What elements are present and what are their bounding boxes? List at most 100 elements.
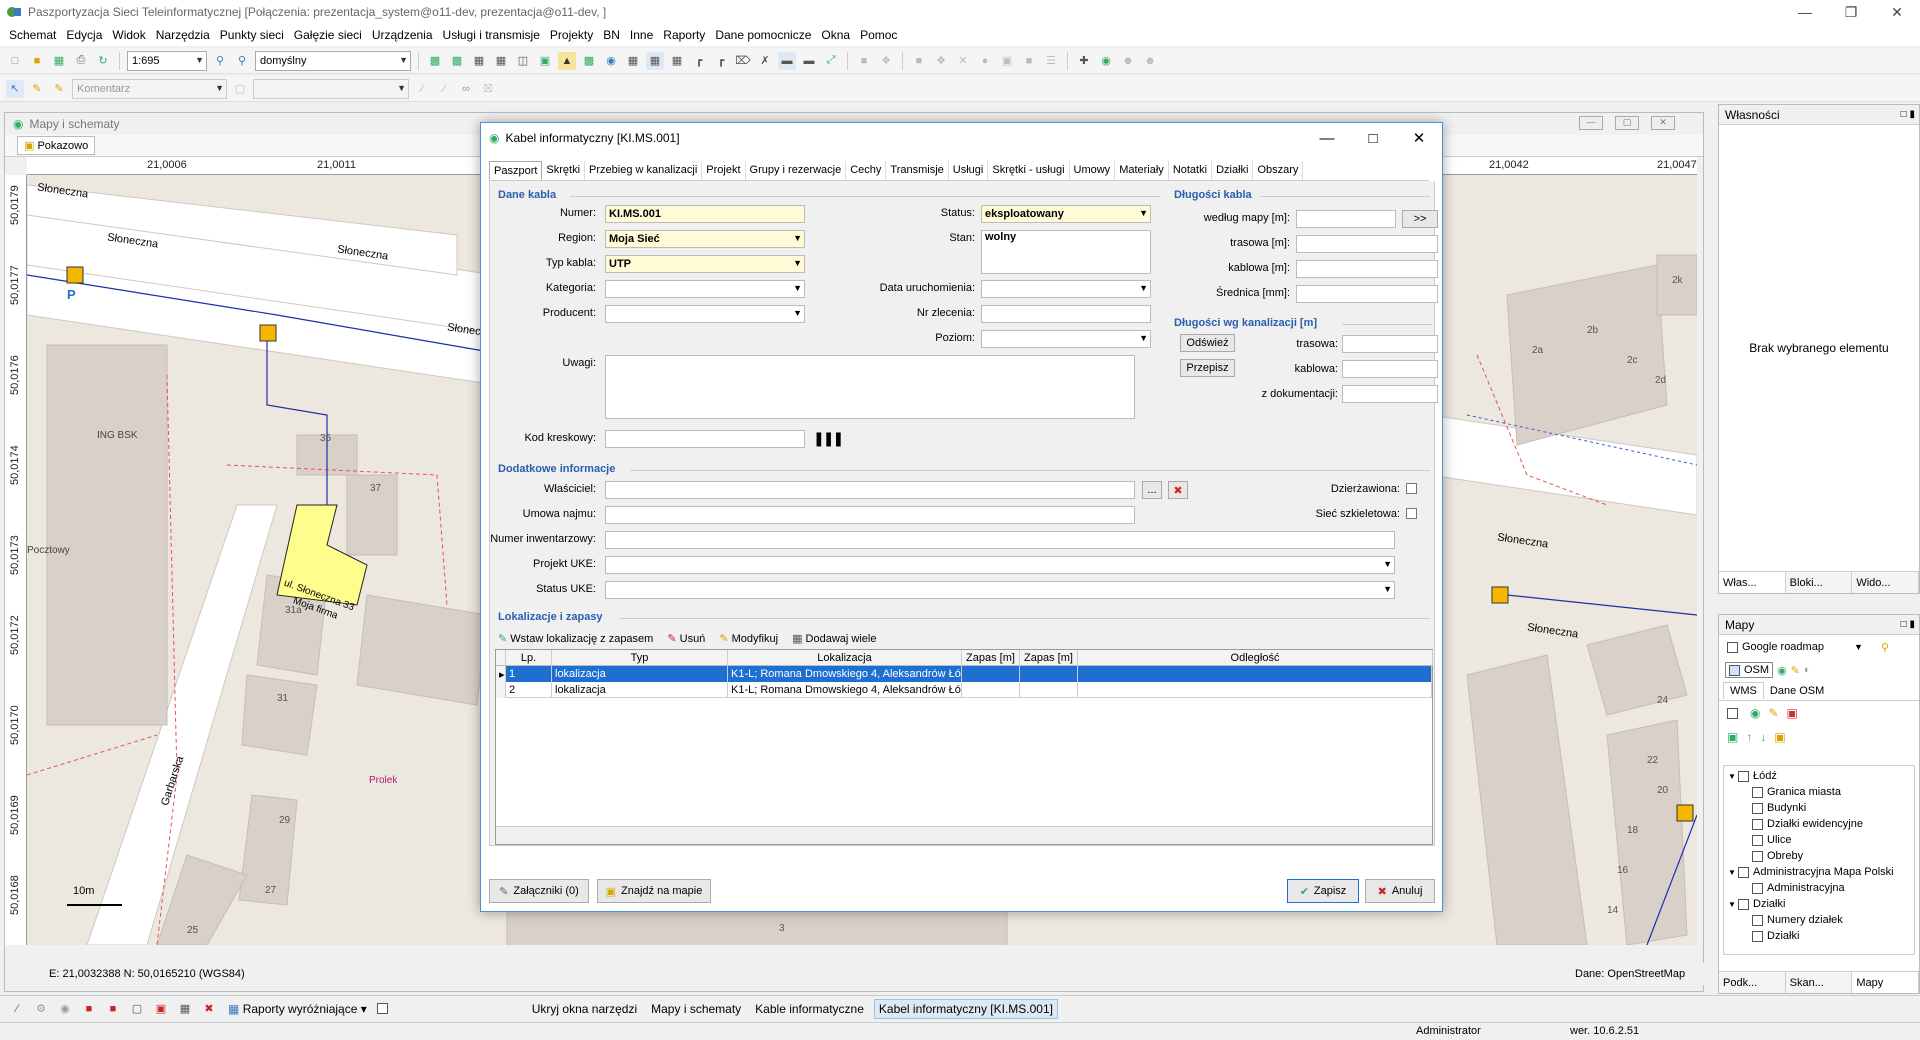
tree-item[interactable]: Ulice (1728, 832, 1910, 848)
menu-punkty-sieci[interactable]: Punkty sieci (215, 28, 289, 42)
tool7-icon[interactable]: ▣ (152, 1000, 170, 1018)
menu-dane-pomocnicze[interactable]: Dane pomocnicze (710, 28, 816, 42)
z-dokumentacji-field[interactable] (1342, 385, 1438, 403)
pencil-icon[interactable]: ✎ (28, 80, 46, 98)
menu-pomoc[interactable]: Pomoc (855, 28, 902, 42)
restore-icon[interactable]: ❐ (1828, 0, 1874, 24)
wms-globe-icon[interactable]: ◉ (1750, 706, 1760, 720)
tree-item[interactable]: Budynki (1728, 800, 1910, 816)
producent-select[interactable]: ▼ (605, 305, 805, 323)
zoom-icon[interactable]: ⚲ (211, 52, 229, 70)
grid-header-lp[interactable]: Lp. (506, 650, 552, 666)
tool6-icon[interactable]: ▢ (128, 1000, 146, 1018)
move-icon[interactable]: ✚ (1075, 52, 1093, 70)
grid-header-odleglosc[interactable]: Odległość (1078, 650, 1433, 666)
kategoria-select[interactable]: ▼ (605, 280, 805, 298)
tab-wlasnosci[interactable]: Włas... (1719, 572, 1786, 593)
tree-item[interactable]: Działki (1728, 928, 1910, 944)
table-row[interactable]: 2 lokalizacja K1-L; Romana Dmowskiego 4,… (496, 682, 1432, 698)
tab-dane-osm[interactable]: Dane OSM (1764, 683, 1830, 699)
menu-okna[interactable]: Okna (816, 28, 855, 42)
trasowa-field[interactable] (1296, 235, 1438, 253)
task-kable[interactable]: Kable informatyczne (751, 1000, 868, 1018)
srednica-field[interactable] (1296, 285, 1438, 303)
data-uruchomienia-field[interactable]: ▼ (981, 280, 1151, 298)
inwentarz-field[interactable] (605, 531, 1395, 549)
dialog-maximize-icon[interactable]: □ (1350, 123, 1396, 153)
menu-bn[interactable]: BN (598, 28, 625, 42)
tree-item[interactable]: Numery działek (1728, 912, 1910, 928)
print-icon[interactable]: ⎙ (72, 52, 90, 70)
dialog-close-icon[interactable]: ✕ (1396, 123, 1442, 153)
network-node[interactable] (1676, 804, 1694, 822)
minimize-icon[interactable]: — (1782, 0, 1828, 24)
link-icon[interactable]: ⌦ (734, 52, 752, 70)
wlasciciel-browse-button[interactable]: ... (1142, 481, 1162, 499)
menu-narzedzia[interactable]: Narzędzia (151, 28, 215, 42)
osm-clear-icon[interactable]: ◐ (1804, 664, 1811, 676)
wstaw-button[interactable]: ✎ Wstaw lokalizację z zapasem (498, 632, 653, 645)
network-icon[interactable]: ◫ (514, 52, 532, 70)
nr-zlecenia-field[interactable] (981, 305, 1151, 323)
kanal-kablowa-field[interactable] (1342, 360, 1438, 378)
znajdz-na-mapie-button[interactable]: ▣ Znajdź na mapie (597, 879, 711, 903)
projekt-uke-select[interactable]: ▼ (605, 556, 1395, 574)
tool2-icon[interactable]: ⚙ (32, 1000, 50, 1018)
wg-mapy-field[interactable] (1296, 210, 1396, 228)
map-minimize-icon[interactable]: — (1579, 116, 1603, 130)
grid2-icon[interactable]: ▦ (492, 52, 510, 70)
task-mapy[interactable]: Mapy i schematy (647, 1000, 745, 1018)
map-close-icon[interactable]: ✕ (1651, 116, 1675, 130)
grid-header-zapas2[interactable]: Zapas [m] (1020, 650, 1078, 666)
poziom-select[interactable]: ▼ (981, 330, 1151, 348)
table-row[interactable]: ▸ 1 lokalizacja K1-L; Romana Dmowskiego … (496, 666, 1432, 682)
close-icon[interactable]: ✕ (1874, 0, 1920, 24)
task-kabel[interactable]: Kabel informatyczny [KI.MS.001] (873, 998, 1058, 1019)
kablowa-field[interactable] (1296, 260, 1438, 278)
grid-header-typ[interactable]: Typ (552, 650, 728, 666)
style-combo[interactable]: domyślny ▼ (255, 50, 411, 71)
align-icon[interactable]: ▬ (778, 51, 796, 70)
tab-transmisje[interactable]: Transmisje (886, 161, 949, 180)
tab-umowy[interactable]: Umowy (1070, 161, 1116, 180)
wlasciciel-field[interactable] (605, 481, 1135, 499)
menu-raporty[interactable]: Raporty (658, 28, 710, 42)
menu-widok[interactable]: Widok (107, 28, 150, 42)
tab-wms[interactable]: WMS (1723, 682, 1764, 699)
align2-icon[interactable]: ▬ (800, 52, 818, 70)
open-icon[interactable]: ■ (28, 52, 46, 70)
zalaczniki-button[interactable]: ✎ Załączniki (0) (489, 879, 589, 903)
dodawaj-wiele-button[interactable]: ▦ Dodawaj wiele (792, 632, 876, 645)
network-node[interactable] (1491, 586, 1509, 604)
more-button[interactable]: >> (1402, 210, 1438, 228)
wlasciciel-clear-icon[interactable]: ✖ (1168, 481, 1188, 499)
tree-item[interactable]: ▼ Łódź (1728, 768, 1910, 784)
anuluj-button[interactable]: ✖ Anuluj (1365, 879, 1435, 903)
modyfikuj-button[interactable]: ✎ Modyfikuj (719, 632, 778, 645)
grid-header-lokalizacja[interactable]: Lokalizacja (728, 650, 962, 666)
tab-obszary[interactable]: Obszary (1253, 161, 1304, 180)
corner2-icon[interactable]: ┏ (712, 52, 730, 70)
typ-kabla-select[interactable]: UTP ▼ (605, 255, 805, 273)
kod-kreskowy-field[interactable] (605, 430, 805, 448)
wms-remove-icon[interactable]: ▣ (1787, 706, 1798, 720)
umowa-najmu-field[interactable] (605, 506, 1135, 524)
panel-pin-icon[interactable]: □ ▮ (1901, 109, 1915, 120)
menu-inne[interactable]: Inne (625, 28, 658, 42)
wms-checkbox[interactable] (1727, 707, 1738, 719)
uwagi-textarea[interactable] (605, 355, 1135, 419)
map-restore-icon[interactable]: ▢ (1615, 116, 1639, 130)
menu-urzadzenia[interactable]: Urządzenia (367, 28, 438, 42)
numer-field[interactable]: KI.MS.001 (605, 205, 805, 223)
status-uke-select[interactable]: ▼ (605, 581, 1395, 599)
add-layer-icon[interactable]: ▣ (1727, 730, 1738, 744)
scale-combo[interactable]: 1:695 ▼ (127, 50, 207, 71)
dzierzawiona-checkbox[interactable] (1406, 483, 1417, 494)
google-dropdown-icon[interactable]: ▼ (1854, 642, 1863, 652)
tool4-icon[interactable]: ■ (80, 1000, 98, 1018)
tree-item[interactable]: Administracyjna (1728, 880, 1910, 896)
network-node[interactable] (66, 266, 84, 284)
new-icon[interactable]: □ (6, 52, 24, 70)
world-icon[interactable]: ◉ (1097, 52, 1115, 70)
layer-props-icon[interactable]: ▣ (1774, 730, 1785, 744)
